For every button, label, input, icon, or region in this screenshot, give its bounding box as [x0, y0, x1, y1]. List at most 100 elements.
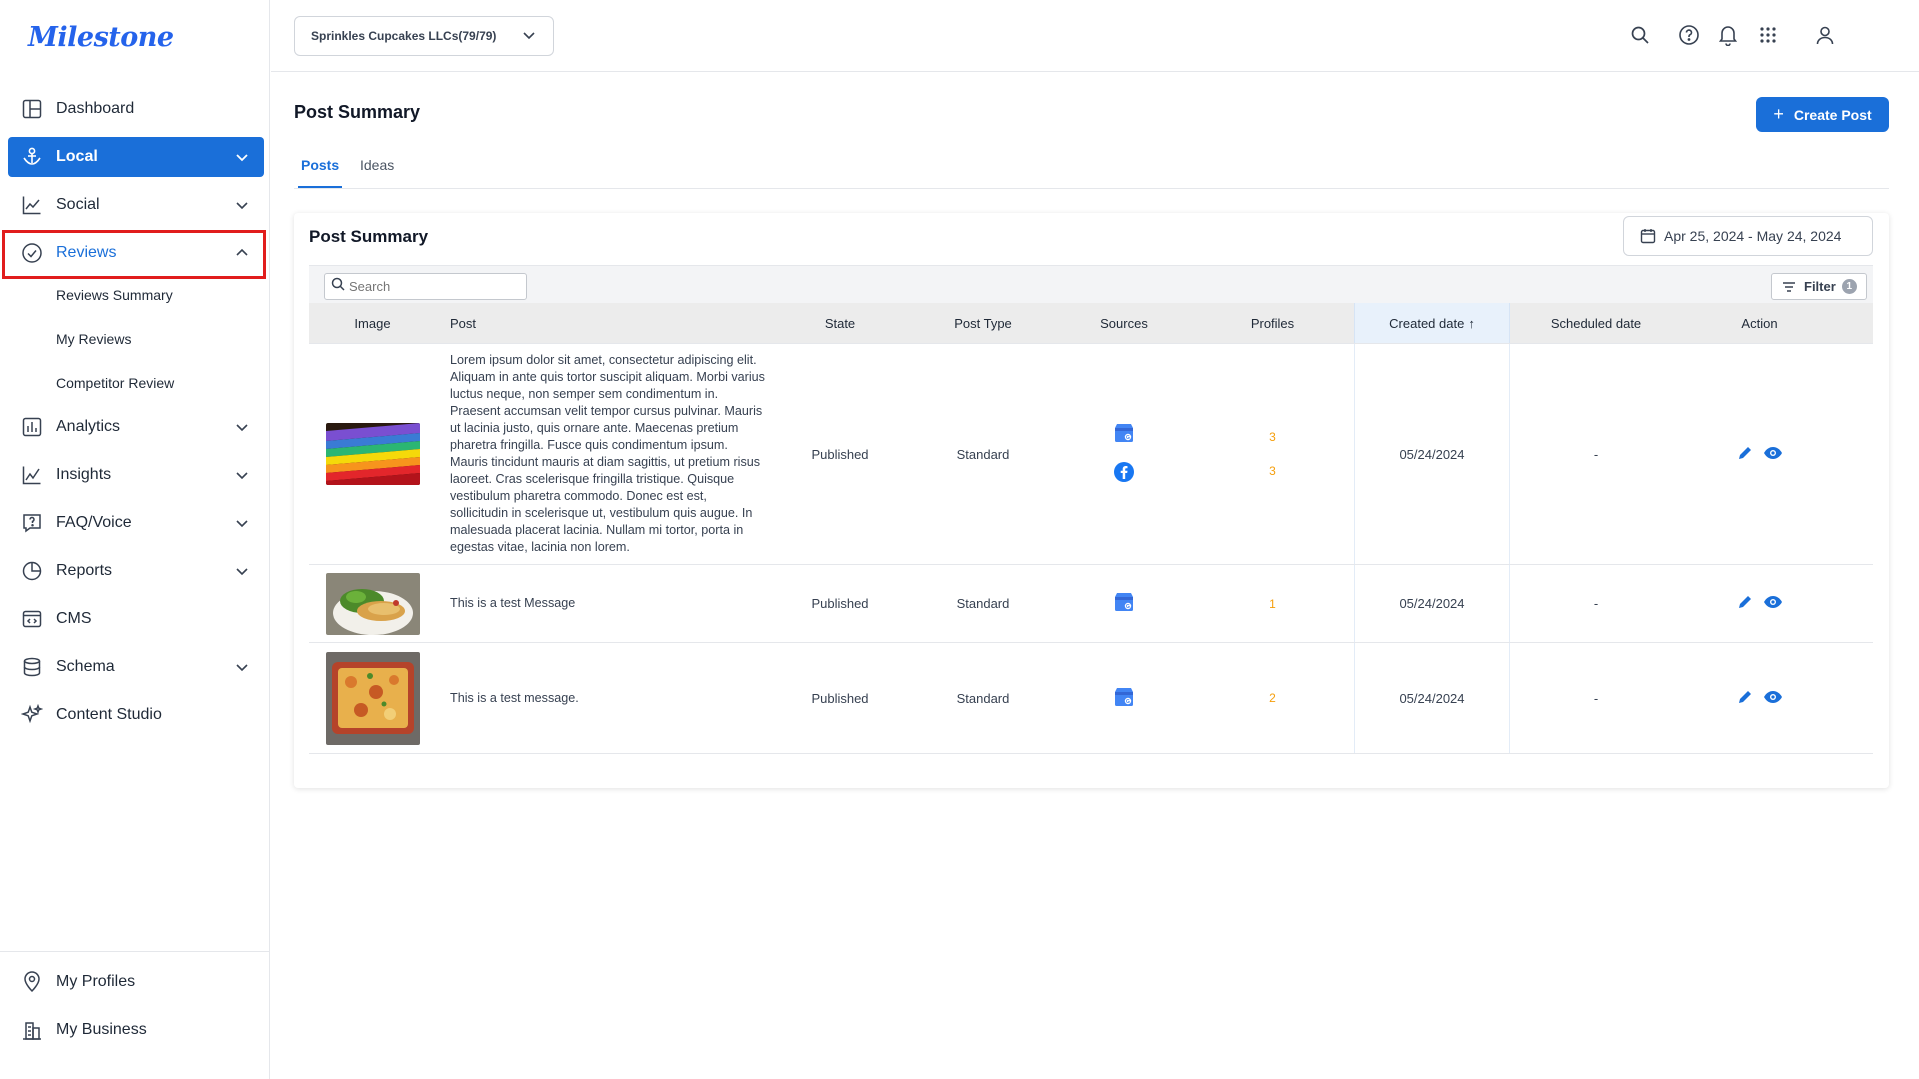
edit-pencil-icon[interactable]	[1737, 594, 1753, 613]
milestone-logo[interactable]: Milestone	[28, 22, 174, 53]
user-icon[interactable]	[1812, 22, 1838, 48]
edit-pencil-icon[interactable]	[1737, 445, 1753, 464]
tab-posts[interactable]: Posts	[298, 157, 343, 188]
tabs: Posts Ideas	[294, 150, 1889, 189]
calendar-icon	[1640, 228, 1656, 244]
search-input[interactable]	[324, 273, 527, 300]
svg-text:G: G	[1126, 604, 1130, 610]
sources-cell: G	[1057, 565, 1191, 642]
bell-icon[interactable]	[1715, 22, 1741, 48]
chevron-down-icon[interactable]	[232, 417, 252, 437]
column-header-profiles[interactable]: Profiles	[1191, 303, 1354, 343]
posts-table: Filter 1 Image Post State Post Type Sour…	[309, 265, 1873, 754]
sidebar-item-content-studio[interactable]: Content Studio	[8, 695, 264, 735]
profiles-cell: 3 3	[1191, 344, 1354, 564]
analytics-icon	[20, 415, 44, 439]
column-header-state[interactable]: State	[771, 303, 909, 343]
table-toolbar: Filter 1	[309, 265, 1873, 303]
edit-pencil-icon[interactable]	[1737, 689, 1753, 708]
svg-text:G: G	[1126, 698, 1130, 704]
sidebar-item-my-profiles[interactable]: My Profiles	[8, 962, 262, 1002]
view-eye-icon[interactable]	[1763, 595, 1783, 612]
sidebar-item-local[interactable]: Local	[8, 137, 264, 177]
view-eye-icon[interactable]	[1763, 446, 1783, 463]
chevron-down-icon[interactable]	[232, 147, 252, 167]
account-selector[interactable]: Sprinkles Cupcakes LLCs(79/79)	[294, 16, 554, 56]
post-text: This is a test Message	[450, 596, 576, 610]
google-business-icon[interactable]: G	[1113, 591, 1135, 616]
post-summary-card: Post Summary Apr 25, 2024 - May 24, 2024…	[294, 213, 1889, 788]
table-row[interactable]: This is a test message. Published Standa…	[309, 643, 1873, 754]
filter-count-badge: 1	[1841, 279, 1857, 294]
sidebar-item-faq-voice[interactable]: FAQ/Voice	[8, 503, 264, 543]
tab-ideas[interactable]: Ideas	[360, 157, 394, 188]
sidebar-subitem-reviews-summary[interactable]: Reviews Summary	[8, 273, 264, 317]
apps-grid-icon[interactable]	[1755, 22, 1781, 48]
chevron-down-icon[interactable]	[232, 195, 252, 215]
chevron-down-icon[interactable]	[232, 657, 252, 677]
post-image-lasagna-dish	[325, 651, 420, 745]
sidebar-item-analytics[interactable]: Analytics	[8, 407, 264, 447]
google-business-icon[interactable]: G	[1113, 422, 1135, 447]
sidebar-item-my-business[interactable]: My Business	[8, 1010, 262, 1050]
state-cell: Published	[811, 690, 869, 706]
sidebar-item-label: Dashboard	[56, 100, 135, 117]
table-header: Image Post State Post Type Sources Profi…	[309, 303, 1873, 344]
sidebar-bottom: My Profiles My Business	[0, 951, 270, 1058]
google-business-icon[interactable]: G	[1113, 686, 1135, 711]
sidebar-item-cms[interactable]: CMS	[8, 599, 264, 639]
post-text: Lorem ipsum dolor sit amet, consectetur …	[450, 353, 765, 554]
create-post-label: Create Post	[1793, 106, 1872, 123]
sidebar-nav: Dashboard Local Social Reviews Reviews S…	[8, 89, 264, 743]
search-icon	[331, 277, 345, 296]
sidebar-item-social[interactable]: Social	[8, 185, 264, 225]
post-image-cell	[309, 565, 436, 642]
sidebar-item-label: Reports	[56, 562, 113, 579]
post-type-cell: Standard	[956, 596, 1010, 611]
profile-count[interactable]: 1	[1269, 597, 1276, 611]
column-header-post: Post	[450, 315, 477, 331]
profile-count[interactable]: 3	[1269, 430, 1276, 444]
topbar: Sprinkles Cupcakes LLCs(79/79)	[271, 0, 1919, 72]
sidebar-item-schema[interactable]: Schema	[8, 647, 264, 687]
sidebar-item-reports[interactable]: Reports	[8, 551, 264, 591]
business-icon	[20, 1018, 44, 1042]
facebook-icon[interactable]	[1113, 461, 1135, 486]
profile-count[interactable]: 3	[1269, 464, 1276, 478]
search-icon[interactable]	[1627, 22, 1653, 48]
sidebar-item-dashboard[interactable]: Dashboard	[8, 89, 264, 129]
state-cell: Published	[811, 446, 869, 462]
chevron-down-icon	[521, 27, 537, 46]
chevron-down-icon[interactable]	[232, 561, 252, 581]
column-header-sources[interactable]: Sources	[1057, 303, 1191, 343]
sidebar-subitem-competitor-review[interactable]: Competitor Review	[8, 361, 264, 405]
column-header-post-type[interactable]: Post Type	[909, 303, 1057, 343]
column-header-scheduled-date[interactable]: Scheduled date	[1510, 303, 1682, 343]
sidebar-item-label: CMS	[56, 610, 92, 627]
sidebar-item-label: Social	[56, 196, 100, 213]
create-post-button[interactable]: + Create Post	[1756, 97, 1889, 132]
table-row[interactable]: This is a test Message Published Standar…	[309, 565, 1873, 643]
view-eye-icon[interactable]	[1763, 690, 1783, 707]
chevron-down-icon[interactable]	[232, 465, 252, 485]
card-title: Post Summary	[309, 227, 429, 246]
post-type-cell: Standard	[956, 446, 1010, 462]
date-range-label: Apr 25, 2024 - May 24, 2024	[1664, 228, 1842, 244]
scheduled-date-cell: -	[1593, 690, 1599, 706]
faq-icon	[20, 511, 44, 535]
profile-count[interactable]: 2	[1269, 691, 1276, 705]
table-row[interactable]: Lorem ipsum dolor sit amet, consectetur …	[309, 344, 1873, 565]
sidebar-item-insights[interactable]: Insights	[8, 455, 264, 495]
column-header-created-date[interactable]: Created date ↑	[1354, 303, 1510, 343]
post-image-cell	[309, 643, 436, 753]
insights-icon	[20, 463, 44, 487]
created-date-cell: 05/24/2024	[1354, 565, 1510, 642]
search-field[interactable]	[349, 279, 519, 294]
sidebar-subitem-my-reviews[interactable]: My Reviews	[8, 317, 264, 361]
date-range-picker[interactable]: Apr 25, 2024 - May 24, 2024	[1623, 216, 1873, 256]
chevron-down-icon[interactable]	[232, 513, 252, 533]
filter-button[interactable]: Filter 1	[1771, 273, 1867, 300]
help-icon[interactable]	[1676, 22, 1702, 48]
social-chart-icon	[20, 193, 44, 217]
local-icon	[20, 145, 44, 169]
